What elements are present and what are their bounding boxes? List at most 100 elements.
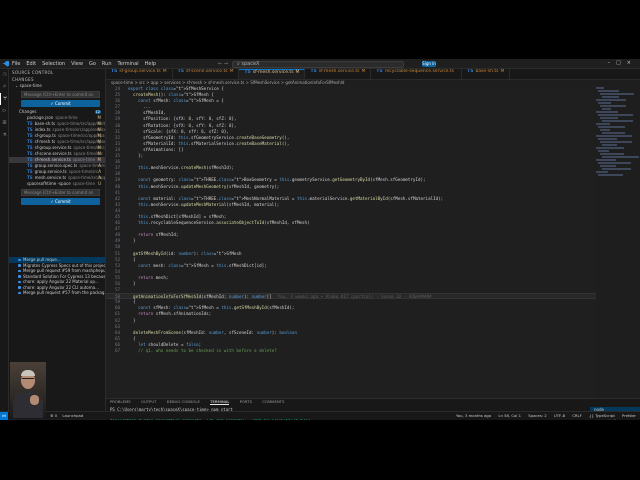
nav-arrows-icon[interactable]: ← → xyxy=(218,61,228,67)
line-text: deleteMeshFromScene(sfMeshId: number, sf… xyxy=(133,329,297,335)
status-blame[interactable]: You, 3 months ago xyxy=(456,413,491,418)
minimap-line xyxy=(596,99,626,101)
typescript-file-icon: TS xyxy=(177,69,184,74)
commit-message-input-2[interactable]: Message (Ctrl+Enter to commit on xyxy=(21,189,100,196)
typescript-file-icon: TS xyxy=(467,69,474,74)
tab-sf-mesh-service-ts[interactable]: TS sf-mesh.service.ts M xyxy=(305,69,372,79)
status-language[interactable]: {} TypeScript xyxy=(589,413,615,418)
remote-icon[interactable]: ⋈ xyxy=(0,412,8,420)
code-editor[interactable]: 24 export class class="t">SfMeshService {… xyxy=(106,86,596,398)
tab-terminal[interactable]: TERMINAL xyxy=(210,399,230,405)
status-prettier[interactable]: Prettier xyxy=(622,413,636,418)
presenter-body xyxy=(13,392,43,418)
source-control-icon[interactable]: ⑂ xyxy=(0,93,9,105)
status-launchpad[interactable]: Launchpad xyxy=(62,413,83,418)
tab-sf-group-service-ts[interactable]: TS sf-group.service.ts M xyxy=(106,69,173,79)
line-text: sfRotation: {sfX: 0, sfY: 0, sfZ: 0}, xyxy=(128,122,237,128)
typescript-file-icon: TS xyxy=(376,69,383,74)
menu-help[interactable]: Help xyxy=(145,61,156,67)
typescript-file-icon: TS xyxy=(27,133,33,138)
typescript-file-icon: TS xyxy=(27,163,33,168)
minimap-line xyxy=(600,165,616,167)
source-control-graph: Merge pull reque... Migrates Cypress Spec… xyxy=(9,257,105,296)
typescript-file-icon: TS xyxy=(27,151,33,156)
typescript-file-icon: TS xyxy=(27,175,33,180)
tab-problems[interactable]: PROBLEMS xyxy=(110,399,131,404)
tab-ports[interactable]: PORTS xyxy=(240,399,252,404)
editor-tabs: TS sf-group.service.ts M TS sf-scene.service… xyxy=(106,69,640,80)
line-text: this.sfMeshDict[sfMeshId] = sfMesh; xyxy=(138,213,227,219)
typescript-file-icon: TS xyxy=(244,70,251,75)
line-text: } xyxy=(128,317,136,323)
menu-go[interactable]: Go xyxy=(89,61,96,67)
sign-in-button[interactable]: Sign in xyxy=(422,61,436,67)
changed-file-item[interactable]: spacesofhtime -space space-time U xyxy=(9,181,105,187)
explorer-icon[interactable]: ❐ xyxy=(0,69,9,81)
file-name: sf-scene.service.ts xyxy=(34,151,72,156)
minimap-line xyxy=(598,102,611,104)
minimap-line xyxy=(602,96,619,98)
minimap[interactable] xyxy=(596,86,640,186)
tab-recyclable-sequence-service-ts[interactable]: TS recyclable-sequence.service.ts xyxy=(371,69,463,79)
file-path: space-time xyxy=(72,157,96,162)
line-text: sfPosition: {sfX: 0, sfY: 0, sfZ: 0}, xyxy=(128,116,237,122)
presenter-hair xyxy=(21,370,35,376)
tab-comments[interactable]: COMMENTS xyxy=(262,399,284,404)
line-text: const sfMesh: class="t">SfMesh = { xyxy=(138,98,224,104)
line-text: sfGeometryId: this.sfGeometryService.cre… xyxy=(128,134,290,140)
menu-selection[interactable]: Selection xyxy=(42,61,65,67)
changes-section-header[interactable]: CHANGES xyxy=(9,76,105,83)
file-name: spacesofhtime -space xyxy=(27,181,71,186)
tab-sf-scene-service-ts[interactable]: TS sf-scene.service.ts M xyxy=(172,69,240,79)
minimap-line xyxy=(596,135,632,137)
file-name: sf-mesh.ts xyxy=(34,139,56,144)
status-indentation[interactable]: Spaces: 2 xyxy=(528,413,546,418)
menu-run[interactable]: Run xyxy=(102,61,112,67)
graph-commit-item[interactable]: Merge pull request #57 from the packag..… xyxy=(9,290,105,296)
commit-button[interactable]: ✓ Commit xyxy=(21,100,100,107)
commit-message-input[interactable]: Message (Ctrl+Enter to commit on xyxy=(21,91,100,98)
tab-label: sf-group.service.ts xyxy=(119,69,161,74)
search-icon[interactable]: ⌕ xyxy=(0,81,9,93)
tab-label: recyclable-sequence.service.ts xyxy=(384,69,455,74)
code-line: 67 // q1. who needs to be checked in wit… xyxy=(106,348,596,354)
extensions-icon[interactable]: ⊞ xyxy=(0,117,9,129)
typescript-file-icon: TS xyxy=(27,139,33,144)
status-ports[interactable]: ⚙ 0 xyxy=(50,413,57,418)
line-text: return sfMeshId; xyxy=(138,232,179,238)
testing-icon[interactable]: ⚗ xyxy=(0,129,9,141)
minimap-line xyxy=(596,123,610,125)
changed-files-list: package.json space-time M TS base-sh.ts space… xyxy=(9,115,105,187)
status-encoding[interactable]: UTF-8 xyxy=(554,413,565,418)
commit-button-2[interactable]: ✓ Commit xyxy=(21,198,100,205)
tab-base-sh-ts[interactable]: TS base-sh.ts M xyxy=(462,69,511,79)
menu-view[interactable]: View xyxy=(71,61,83,67)
tab-output[interactable]: OUTPUT xyxy=(141,399,156,404)
minimap-line xyxy=(598,126,625,128)
status-cursor-position[interactable]: Ln 58, Col 1 xyxy=(498,413,521,418)
tab-sf-mesh-service-ts[interactable]: TS sf-mesh.service.ts M xyxy=(239,69,306,79)
changes-count-badge: 12 xyxy=(94,110,101,114)
file-name: group.service.ts xyxy=(34,169,67,174)
status-right: You, 3 months ago Ln 58, Col 1 Spaces: 2… xyxy=(450,412,636,420)
run-debug-icon[interactable]: ▷ xyxy=(0,105,9,117)
window-controls[interactable]: –□× xyxy=(608,60,637,66)
line-text: sfMeshId, xyxy=(128,110,166,116)
file-path: space-time/src xyxy=(79,163,105,168)
tab-debug-console[interactable]: DEBUG CONSOLE xyxy=(167,399,200,404)
command-center-search[interactable]: ⌕ spaceX xyxy=(232,60,404,68)
minimap-line xyxy=(602,156,639,158)
line-text: } xyxy=(128,238,136,244)
line-text: sfAnimations: [] xyxy=(128,146,184,152)
minimap-line xyxy=(602,108,611,110)
panel-tabs: PROBLEMS OUTPUT DEBUG CONSOLE TERMINAL P… xyxy=(106,399,640,406)
line-text: const mesh: class="t">SfMesh = this.sfMe… xyxy=(138,262,267,268)
command-center-text: spaceX xyxy=(241,60,260,67)
status-eol[interactable]: CRLF xyxy=(572,413,582,418)
line-text: ... xyxy=(128,104,151,110)
repo-row[interactable]: ⌄ space-time xyxy=(9,83,105,89)
menu-terminal[interactable]: Terminal xyxy=(118,61,139,67)
menu-file[interactable]: File xyxy=(12,61,20,67)
menu-edit[interactable]: Edit xyxy=(26,61,36,67)
